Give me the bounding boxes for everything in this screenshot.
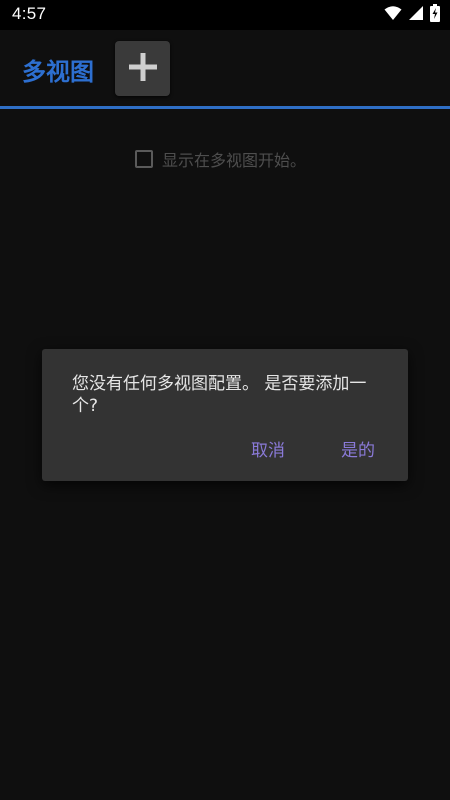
cancel-button[interactable]: 取消 [251,436,285,461]
confirm-button[interactable]: 是的 [341,436,375,461]
app-title: 多视图 [22,58,94,86]
show-on-start-label: 显示在多视图开始。 [162,151,307,170]
show-on-start-checkbox[interactable] [135,150,153,168]
add-config-dialog: 您没有任何多视图配置。 是否要添加一个? 取消 是的 [42,349,408,481]
action-bar-divider [0,106,450,109]
wifi-icon [384,5,402,25]
status-time: 4:57 [12,4,47,23]
battery-charging-icon [430,4,440,26]
add-button[interactable] [115,41,170,96]
action-bar: 多视图 [0,30,450,106]
screen: 4:57 多视图 显示在多视图开始。 您没有任何多视图配置。 是否要添加一个? … [0,0,450,800]
signal-icon [408,5,424,25]
status-bar: 4:57 [0,0,450,30]
status-icons [384,4,440,26]
plus-icon [127,51,159,87]
show-on-start-option[interactable]: 显示在多视图开始。 [135,147,306,171]
dialog-message: 您没有任何多视图配置。 是否要添加一个? [72,374,367,416]
